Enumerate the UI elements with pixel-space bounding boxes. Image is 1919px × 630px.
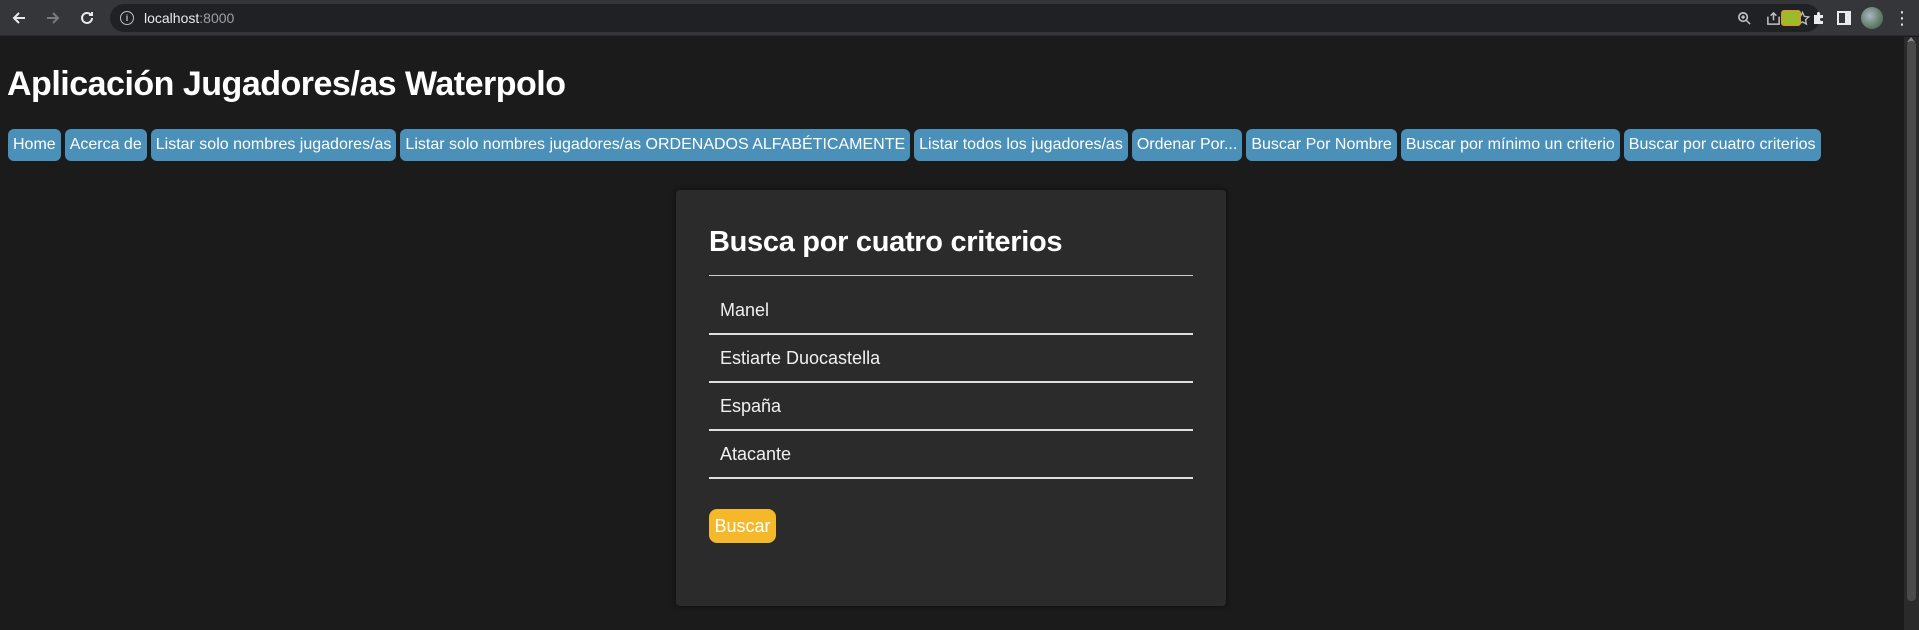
extension-icon[interactable] <box>1781 10 1801 26</box>
reload-button[interactable] <box>72 3 102 33</box>
search-form-card: Busca por cuatro criterios Buscar <box>676 190 1226 606</box>
nacionalidad-field[interactable] <box>709 395 1193 417</box>
main-menu: Home Acerca de Listar solo nombres jugad… <box>8 129 1821 161</box>
vertical-scrollbar[interactable] <box>1904 37 1919 630</box>
zoom-icon[interactable] <box>1737 11 1752 26</box>
menu-item-acerca-de[interactable]: Acerca de <box>64 129 147 161</box>
arrow-left-icon <box>12 11 25 24</box>
form-title: Busca por cuatro criterios <box>709 226 1193 276</box>
scrollbar-thumb[interactable] <box>1907 41 1916 601</box>
reload-icon <box>81 11 93 24</box>
info-icon[interactable]: i <box>120 11 134 25</box>
nacionalidad-field-wrapper <box>709 383 1193 431</box>
back-button[interactable] <box>4 3 34 33</box>
menu-item-buscar-minimo-criterio[interactable]: Buscar por mínimo un criterio <box>1400 129 1620 161</box>
buscar-button[interactable]: Buscar <box>709 509 776 543</box>
arrow-right-icon <box>47 11 60 24</box>
side-panel-icon[interactable] <box>1837 11 1851 25</box>
menu-item-buscar-cuatro-criterios[interactable]: Buscar por cuatro criterios <box>1623 129 1821 161</box>
nombre-field-wrapper <box>709 287 1193 335</box>
menu-item-listar-todos[interactable]: Listar todos los jugadores/as <box>914 129 1128 161</box>
menu-item-buscar-por-nombre[interactable]: Buscar Por Nombre <box>1246 129 1397 161</box>
nombre-field[interactable] <box>709 299 1193 321</box>
url-port: :8000 <box>199 10 235 26</box>
menu-item-home[interactable]: Home <box>8 129 61 161</box>
apellidos-field-wrapper <box>709 335 1193 383</box>
posicion-field[interactable] <box>709 443 1193 465</box>
menu-item-listar-nombres[interactable]: Listar solo nombres jugadores/as <box>150 129 397 161</box>
forward-button[interactable] <box>38 3 68 33</box>
menu-item-listar-nombres-ordenados[interactable]: Listar solo nombres jugadores/as ORDENAD… <box>400 129 911 161</box>
address-bar[interactable]: i localhost:8000 <box>110 4 1820 32</box>
puzzle-icon[interactable] <box>1811 10 1827 26</box>
share-icon[interactable] <box>1766 11 1781 26</box>
url-host: localhost <box>144 10 200 26</box>
posicion-field-wrapper <box>709 431 1193 479</box>
browser-toolbar: i localhost:8000 ⋮ <box>0 0 1919 36</box>
page-content: Aplicación Jugadores/as Waterpolo Home A… <box>0 37 1904 630</box>
app-title: Aplicación Jugadores/as Waterpolo <box>7 65 566 103</box>
kebab-menu-icon[interactable]: ⋮ <box>1893 9 1911 27</box>
avatar[interactable] <box>1861 7 1883 29</box>
menu-item-ordenar-por[interactable]: Ordenar Por... <box>1131 129 1243 161</box>
apellidos-field[interactable] <box>709 347 1193 369</box>
